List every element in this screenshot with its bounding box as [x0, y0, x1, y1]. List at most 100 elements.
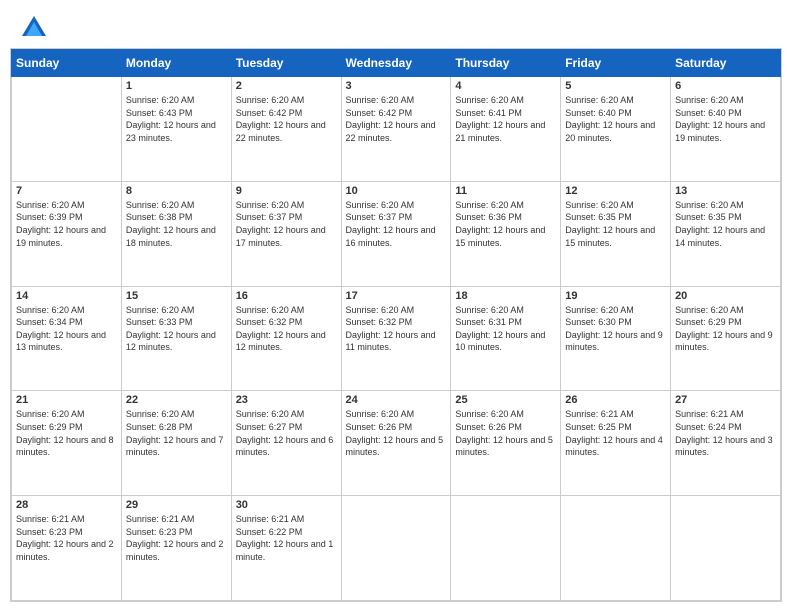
col-wednesday: Wednesday: [341, 50, 451, 77]
table-cell: 3 Sunrise: 6:20 AMSunset: 6:42 PMDayligh…: [341, 77, 451, 182]
table-cell: 30 Sunrise: 6:21 AMSunset: 6:22 PMDaylig…: [231, 496, 341, 601]
table-cell: 19 Sunrise: 6:20 AMSunset: 6:30 PMDaylig…: [561, 286, 671, 391]
day-info: Sunrise: 6:20 AMSunset: 6:40 PMDaylight:…: [565, 94, 666, 144]
day-info: Sunrise: 6:20 AMSunset: 6:36 PMDaylight:…: [455, 199, 556, 249]
day-number: 8: [126, 185, 227, 197]
day-info: Sunrise: 6:20 AMSunset: 6:37 PMDaylight:…: [346, 199, 447, 249]
table-cell: 8 Sunrise: 6:20 AMSunset: 6:38 PMDayligh…: [121, 181, 231, 286]
table-cell: 1 Sunrise: 6:20 AMSunset: 6:43 PMDayligh…: [121, 77, 231, 182]
calendar-header: Sunday Monday Tuesday Wednesday Thursday…: [12, 50, 781, 77]
calendar-table: Sunday Monday Tuesday Wednesday Thursday…: [11, 49, 781, 601]
day-info: Sunrise: 6:20 AMSunset: 6:35 PMDaylight:…: [675, 199, 776, 249]
day-info: Sunrise: 6:20 AMSunset: 6:38 PMDaylight:…: [126, 199, 227, 249]
day-number: 13: [675, 185, 776, 197]
day-info: Sunrise: 6:20 AMSunset: 6:29 PMDaylight:…: [675, 304, 776, 354]
day-number: 6: [675, 80, 776, 92]
day-info: Sunrise: 6:20 AMSunset: 6:42 PMDaylight:…: [236, 94, 337, 144]
table-cell: 4 Sunrise: 6:20 AMSunset: 6:41 PMDayligh…: [451, 77, 561, 182]
table-cell: 5 Sunrise: 6:20 AMSunset: 6:40 PMDayligh…: [561, 77, 671, 182]
table-cell: 29 Sunrise: 6:21 AMSunset: 6:23 PMDaylig…: [121, 496, 231, 601]
day-number: 17: [346, 290, 447, 302]
day-number: 27: [675, 394, 776, 406]
header-row: Sunday Monday Tuesday Wednesday Thursday…: [12, 50, 781, 77]
day-info: Sunrise: 6:20 AMSunset: 6:28 PMDaylight:…: [126, 408, 227, 458]
table-cell: 18 Sunrise: 6:20 AMSunset: 6:31 PMDaylig…: [451, 286, 561, 391]
day-number: 3: [346, 80, 447, 92]
table-cell: 6 Sunrise: 6:20 AMSunset: 6:40 PMDayligh…: [671, 77, 781, 182]
logo: [20, 14, 52, 42]
day-number: 10: [346, 185, 447, 197]
table-cell: [341, 496, 451, 601]
table-cell: 23 Sunrise: 6:20 AMSunset: 6:27 PMDaylig…: [231, 391, 341, 496]
col-tuesday: Tuesday: [231, 50, 341, 77]
day-number: 16: [236, 290, 337, 302]
col-sunday: Sunday: [12, 50, 122, 77]
day-number: 12: [565, 185, 666, 197]
col-friday: Friday: [561, 50, 671, 77]
day-number: 5: [565, 80, 666, 92]
table-cell: 20 Sunrise: 6:20 AMSunset: 6:29 PMDaylig…: [671, 286, 781, 391]
day-info: Sunrise: 6:20 AMSunset: 6:26 PMDaylight:…: [346, 408, 447, 458]
day-number: 30: [236, 499, 337, 511]
day-info: Sunrise: 6:20 AMSunset: 6:42 PMDaylight:…: [346, 94, 447, 144]
table-cell: 25 Sunrise: 6:20 AMSunset: 6:26 PMDaylig…: [451, 391, 561, 496]
calendar-body: 1 Sunrise: 6:20 AMSunset: 6:43 PMDayligh…: [12, 77, 781, 601]
day-info: Sunrise: 6:20 AMSunset: 6:32 PMDaylight:…: [236, 304, 337, 354]
day-number: 11: [455, 185, 556, 197]
day-info: Sunrise: 6:20 AMSunset: 6:27 PMDaylight:…: [236, 408, 337, 458]
day-info: Sunrise: 6:20 AMSunset: 6:26 PMDaylight:…: [455, 408, 556, 458]
day-info: Sunrise: 6:20 AMSunset: 6:39 PMDaylight:…: [16, 199, 117, 249]
day-number: 4: [455, 80, 556, 92]
header: [0, 0, 792, 48]
day-info: Sunrise: 6:21 AMSunset: 6:22 PMDaylight:…: [236, 513, 337, 563]
day-number: 28: [16, 499, 117, 511]
day-info: Sunrise: 6:20 AMSunset: 6:32 PMDaylight:…: [346, 304, 447, 354]
day-number: 22: [126, 394, 227, 406]
day-number: 23: [236, 394, 337, 406]
day-number: 14: [16, 290, 117, 302]
day-number: 15: [126, 290, 227, 302]
day-info: Sunrise: 6:20 AMSunset: 6:31 PMDaylight:…: [455, 304, 556, 354]
day-info: Sunrise: 6:21 AMSunset: 6:25 PMDaylight:…: [565, 408, 666, 458]
day-number: 9: [236, 185, 337, 197]
table-cell: [671, 496, 781, 601]
table-cell: 2 Sunrise: 6:20 AMSunset: 6:42 PMDayligh…: [231, 77, 341, 182]
day-info: Sunrise: 6:20 AMSunset: 6:33 PMDaylight:…: [126, 304, 227, 354]
day-info: Sunrise: 6:20 AMSunset: 6:41 PMDaylight:…: [455, 94, 556, 144]
table-cell: [451, 496, 561, 601]
table-cell: 28 Sunrise: 6:21 AMSunset: 6:23 PMDaylig…: [12, 496, 122, 601]
day-number: 29: [126, 499, 227, 511]
day-number: 1: [126, 80, 227, 92]
day-info: Sunrise: 6:21 AMSunset: 6:23 PMDaylight:…: [126, 513, 227, 563]
day-info: Sunrise: 6:21 AMSunset: 6:23 PMDaylight:…: [16, 513, 117, 563]
day-number: 19: [565, 290, 666, 302]
logo-icon: [20, 14, 48, 42]
table-cell: 9 Sunrise: 6:20 AMSunset: 6:37 PMDayligh…: [231, 181, 341, 286]
table-cell: 27 Sunrise: 6:21 AMSunset: 6:24 PMDaylig…: [671, 391, 781, 496]
day-number: 25: [455, 394, 556, 406]
table-cell: [561, 496, 671, 601]
calendar-row: 14 Sunrise: 6:20 AMSunset: 6:34 PMDaylig…: [12, 286, 781, 391]
col-saturday: Saturday: [671, 50, 781, 77]
day-number: 21: [16, 394, 117, 406]
calendar: Sunday Monday Tuesday Wednesday Thursday…: [10, 48, 782, 602]
day-info: Sunrise: 6:21 AMSunset: 6:24 PMDaylight:…: [675, 408, 776, 458]
table-cell: 26 Sunrise: 6:21 AMSunset: 6:25 PMDaylig…: [561, 391, 671, 496]
day-info: Sunrise: 6:20 AMSunset: 6:34 PMDaylight:…: [16, 304, 117, 354]
day-number: 18: [455, 290, 556, 302]
calendar-row: 21 Sunrise: 6:20 AMSunset: 6:29 PMDaylig…: [12, 391, 781, 496]
col-monday: Monday: [121, 50, 231, 77]
day-number: 2: [236, 80, 337, 92]
table-cell: 7 Sunrise: 6:20 AMSunset: 6:39 PMDayligh…: [12, 181, 122, 286]
table-cell: 10 Sunrise: 6:20 AMSunset: 6:37 PMDaylig…: [341, 181, 451, 286]
col-thursday: Thursday: [451, 50, 561, 77]
calendar-row: 7 Sunrise: 6:20 AMSunset: 6:39 PMDayligh…: [12, 181, 781, 286]
page: Sunday Monday Tuesday Wednesday Thursday…: [0, 0, 792, 612]
table-cell: 16 Sunrise: 6:20 AMSunset: 6:32 PMDaylig…: [231, 286, 341, 391]
table-cell: 14 Sunrise: 6:20 AMSunset: 6:34 PMDaylig…: [12, 286, 122, 391]
table-cell: 24 Sunrise: 6:20 AMSunset: 6:26 PMDaylig…: [341, 391, 451, 496]
day-info: Sunrise: 6:20 AMSunset: 6:43 PMDaylight:…: [126, 94, 227, 144]
day-number: 24: [346, 394, 447, 406]
day-info: Sunrise: 6:20 AMSunset: 6:35 PMDaylight:…: [565, 199, 666, 249]
day-info: Sunrise: 6:20 AMSunset: 6:30 PMDaylight:…: [565, 304, 666, 354]
